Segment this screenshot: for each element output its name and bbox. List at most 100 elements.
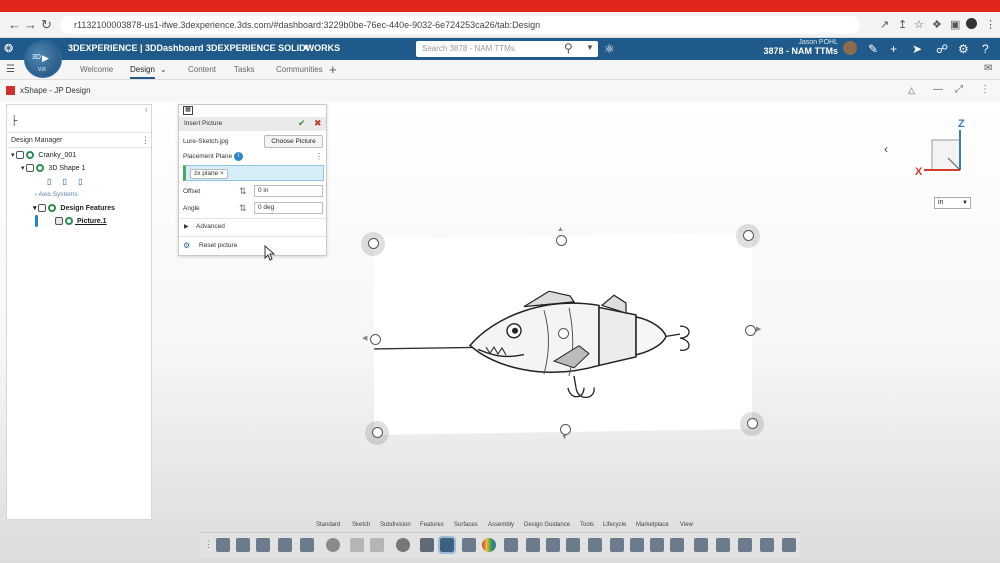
- tab-communities[interactable]: Communities: [276, 65, 323, 74]
- widget-menu-icon[interactable]: ⋮: [980, 84, 990, 95]
- offset-arrows-icon[interactable]: ⇅: [239, 186, 247, 197]
- orientation-compass[interactable]: Z X: [910, 118, 980, 188]
- arrow-down-icon[interactable]: ▼: [561, 434, 568, 441]
- arrow-left-icon[interactable]: ◀: [362, 334, 367, 342]
- edge-handle-top[interactable]: [556, 235, 567, 246]
- minimize-icon[interactable]: —: [933, 84, 943, 95]
- action-tab-surfaces[interactable]: Surfaces: [454, 522, 478, 528]
- forward-icon[interactable]: →: [24, 17, 37, 32]
- compass-widget[interactable]: 3D ▶ V.R: [24, 40, 62, 78]
- corner-handle-top-right[interactable]: [743, 230, 754, 241]
- undo-icon[interactable]: [350, 538, 364, 552]
- action-tab-sketch[interactable]: Sketch: [352, 522, 370, 528]
- edge-handle-right[interactable]: [745, 325, 756, 336]
- tab-welcome[interactable]: Welcome: [80, 65, 113, 74]
- settings-icon[interactable]: [326, 538, 340, 552]
- mass-properties-icon[interactable]: [566, 538, 580, 552]
- add-icon[interactable]: +: [890, 42, 897, 56]
- publish-icon[interactable]: [278, 538, 292, 552]
- tag-icon[interactable]: ⚛: [604, 42, 615, 56]
- edge-handle-left[interactable]: [370, 334, 381, 345]
- tree-item-picture[interactable]: Picture.1: [55, 217, 107, 225]
- address-bar[interactable]: r1132100003878-us1-ifwe.3dexperience.3ds…: [60, 16, 860, 34]
- action-tab-tools[interactable]: Tools: [580, 522, 594, 528]
- expand-icon[interactable]: ▾: [33, 205, 37, 212]
- yz-plane-icon[interactable]: ▯: [63, 177, 67, 186]
- chevron-down-icon[interactable]: ▼: [302, 43, 310, 52]
- image-icon[interactable]: [462, 538, 476, 552]
- search-icon[interactable]: ⚲: [564, 41, 573, 55]
- pack-icon[interactable]: [716, 538, 730, 552]
- network-icon[interactable]: ☍: [936, 42, 948, 56]
- zebra-icon[interactable]: [610, 538, 624, 552]
- measure-icon[interactable]: [504, 538, 518, 552]
- sidebar-icon[interactable]: ▣: [950, 18, 960, 31]
- action-tab-marketplace[interactable]: Marketplace: [636, 522, 669, 528]
- action-tab-standard[interactable]: Standard: [316, 522, 340, 528]
- color-wheel-icon[interactable]: [482, 538, 496, 552]
- hamburger-menu-icon[interactable]: ☰: [6, 64, 15, 75]
- user-info[interactable]: Jason POHL 3878 - NAM TTMs: [758, 39, 838, 56]
- arrow-up-icon[interactable]: ▲: [557, 226, 564, 233]
- lasso-icon[interactable]: [420, 538, 434, 552]
- expand-icon[interactable]: ▾: [21, 165, 25, 172]
- action-tab-design-guidance[interactable]: Design Guidance: [524, 522, 570, 528]
- action-tab-assembly[interactable]: Assembly: [488, 522, 514, 528]
- back-icon[interactable]: ←: [8, 17, 21, 32]
- share-icon[interactable]: ↥: [898, 18, 907, 31]
- deviation-icon[interactable]: [650, 538, 664, 552]
- tree-view-icon[interactable]: ├: [11, 115, 17, 125]
- section-icon[interactable]: [546, 538, 560, 552]
- save-icon[interactable]: [256, 538, 270, 552]
- insert-picture-icon[interactable]: [438, 536, 456, 554]
- center-handle[interactable]: [558, 328, 569, 339]
- draft-analysis-icon[interactable]: [630, 538, 644, 552]
- corner-handle-bottom-left[interactable]: [372, 427, 383, 438]
- offset-input[interactable]: 0 in: [254, 185, 323, 197]
- triangle-icon[interactable]: △: [908, 85, 915, 96]
- action-tab-view[interactable]: View: [680, 522, 693, 528]
- choose-picture-button[interactable]: Choose Picture: [264, 135, 323, 148]
- xy-plane-icon[interactable]: ▯: [47, 177, 51, 186]
- placement-plane-field[interactable]: zx plane ×: [183, 165, 324, 181]
- expand-icon[interactable]: ▾: [11, 152, 15, 159]
- zx-plane-icon[interactable]: ▯: [78, 177, 82, 186]
- action-tab-features[interactable]: Features: [420, 522, 444, 528]
- redo-icon[interactable]: [370, 538, 384, 552]
- expand-icon[interactable]: ›: [35, 191, 37, 198]
- home-icon[interactable]: [694, 538, 708, 552]
- advanced-label[interactable]: Advanced: [196, 223, 225, 230]
- browser-menu-icon[interactable]: ⋮: [985, 18, 996, 31]
- tools-icon[interactable]: ⚙: [958, 42, 969, 56]
- constraint-icon[interactable]: [738, 538, 752, 552]
- maximize-icon[interactable]: ⤢: [955, 84, 963, 95]
- compass-tool-icon[interactable]: [526, 538, 540, 552]
- tab-design-chevron-icon[interactable]: ⌄: [160, 65, 167, 74]
- open-external-icon[interactable]: ↗: [880, 18, 889, 31]
- hierarchy-icon[interactable]: [760, 538, 774, 552]
- dropdown-icon[interactable]: ▼: [962, 198, 968, 208]
- help-icon[interactable]: ?: [982, 42, 989, 56]
- reset-picture-button[interactable]: Reset picture: [199, 242, 237, 249]
- angle-input[interactable]: 0 deg: [254, 202, 323, 214]
- arrow-right-icon[interactable]: ▶: [756, 325, 761, 333]
- unit-select[interactable]: in ▼: [934, 197, 971, 209]
- confirm-icon[interactable]: ✔: [298, 118, 306, 129]
- share-app-icon[interactable]: ➤: [912, 42, 922, 56]
- close-icon[interactable]: ✖: [314, 118, 322, 129]
- tree-item-root[interactable]: ▾ Cranky_001: [11, 151, 76, 160]
- placement-menu-icon[interactable]: ⋮: [315, 152, 323, 161]
- design-manager-menu-icon[interactable]: ⋮: [141, 135, 150, 146]
- chat-icon[interactable]: ✉: [984, 63, 992, 74]
- corner-handle-bottom-right[interactable]: [747, 418, 758, 429]
- feedback-icon[interactable]: ✎: [868, 42, 878, 56]
- clearance-icon[interactable]: [670, 538, 684, 552]
- tab-content[interactable]: Content: [188, 65, 216, 74]
- info-badge[interactable]: i: [234, 152, 243, 161]
- add-tab-icon[interactable]: +: [329, 62, 337, 77]
- align-icon[interactable]: [588, 538, 602, 552]
- tab-design[interactable]: Design: [130, 65, 155, 79]
- user-avatar[interactable]: [843, 41, 857, 55]
- advanced-expand-icon[interactable]: ▶: [184, 223, 189, 230]
- help-icon[interactable]: [396, 538, 410, 552]
